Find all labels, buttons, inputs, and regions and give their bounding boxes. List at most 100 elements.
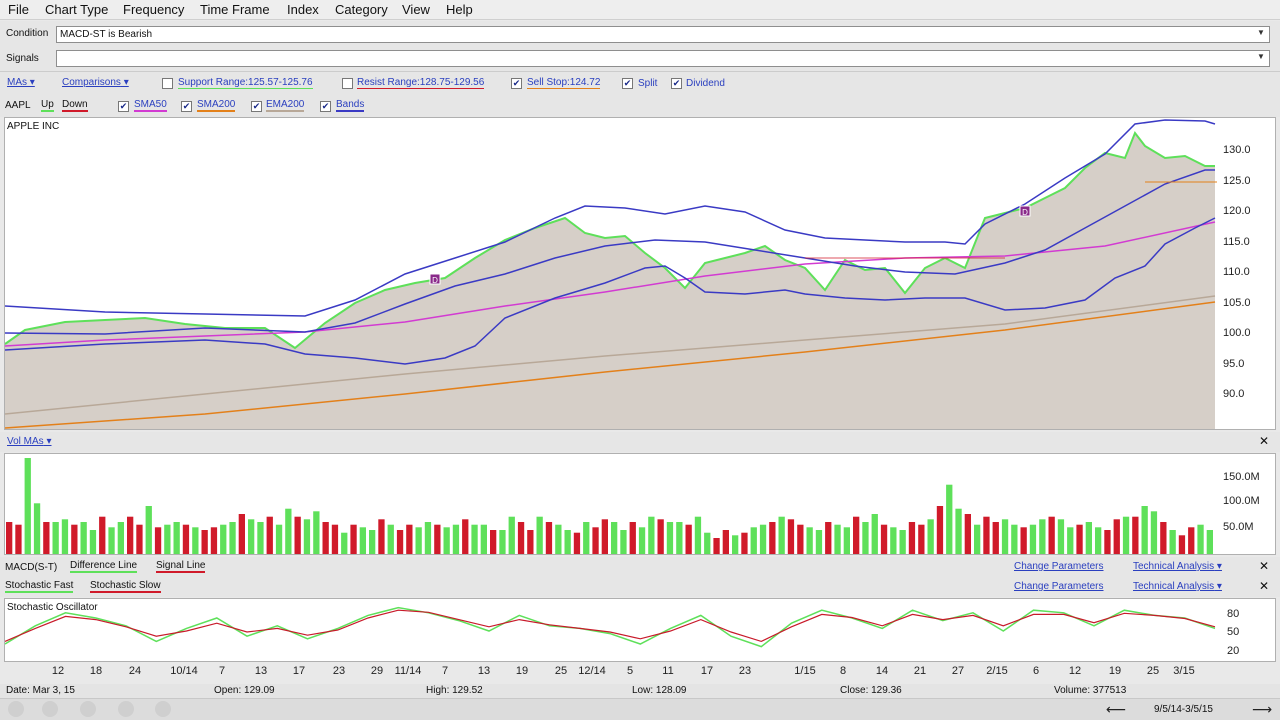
mas-dropdown[interactable]: MAs ▾ — [7, 77, 35, 88]
stoch-change-parameters[interactable]: Change Parameters — [1014, 581, 1104, 592]
volume-bar — [880, 524, 888, 554]
volume-bar — [43, 522, 50, 554]
x-axis-tick: 17 — [293, 665, 305, 677]
macd-change-parameters[interactable]: Change Parameters — [1014, 561, 1104, 572]
comparisons-dropdown[interactable]: Comparisons ▾ — [62, 77, 129, 88]
status-date: Date: Mar 3, 15 — [6, 685, 75, 696]
menu-frequency[interactable]: Frequency — [123, 2, 184, 17]
x-axis-svg: 12 18 24 10/14 7 13 17 23 29 11/14 7 13 19 25 12/14 5 11… — [52, 665, 1195, 677]
status-open: Open: 129.09 — [214, 685, 275, 696]
volume-ytick: 150.0M — [1223, 471, 1260, 483]
volume-bar — [443, 527, 450, 554]
menu-index[interactable]: Index — [287, 2, 319, 17]
stochastic-chart-panel[interactable]: Stochastic Oscillator 80 50 20 — [4, 598, 1276, 662]
stoch-technical-analysis[interactable]: Technical Analysis ▾ — [1133, 581, 1222, 592]
close-icon[interactable]: ✕ — [1259, 559, 1269, 573]
price-chart-panel[interactable]: APPLE INC D D 130.0 125.0 120.0 115.0 11… — [4, 117, 1276, 430]
volume-bar — [452, 524, 460, 554]
dividend-checkbox[interactable]: ✔ — [671, 78, 682, 89]
volume-chart-panel[interactable]: 150.0M 100.0M 50.0M — [4, 453, 1276, 555]
x-axis-tick: 10/14 — [170, 665, 198, 677]
dividend-label[interactable]: Dividend — [686, 78, 725, 89]
resist-range-checkbox[interactable] — [342, 78, 353, 89]
sma50-checkbox[interactable]: ✔ — [118, 101, 129, 112]
volume-bar — [713, 538, 720, 554]
sma200-link[interactable]: SMA200 — [197, 99, 236, 112]
volume-bar — [750, 527, 757, 554]
bands-link[interactable]: Bands — [336, 99, 365, 112]
sma50-link[interactable]: SMA50 — [134, 99, 167, 112]
volume-bar — [24, 458, 31, 554]
volume-bar — [1132, 516, 1139, 554]
nav-circle-icon[interactable] — [80, 701, 96, 717]
close-icon[interactable]: ✕ — [1259, 434, 1269, 448]
volume-bar — [657, 519, 664, 554]
volume-bar — [1188, 527, 1195, 554]
chevron-down-icon: ▼ — [1257, 28, 1265, 37]
support-range-checkbox[interactable] — [162, 78, 173, 89]
volume-bar — [722, 530, 729, 554]
volume-bar — [517, 522, 525, 554]
close-icon[interactable]: ✕ — [1259, 579, 1269, 593]
nav-circle-icon[interactable] — [42, 701, 58, 717]
x-axis-tick: 2/15 — [986, 665, 1007, 677]
vol-mas-dropdown[interactable]: Vol MAs ▾ — [7, 436, 52, 447]
x-axis-tick: 13 — [478, 665, 490, 677]
volume-bar — [210, 527, 218, 554]
nav-circle-icon[interactable] — [8, 701, 24, 717]
volume-bar — [201, 530, 208, 554]
x-axis-tick: 27 — [952, 665, 964, 677]
sell-stop-checkbox[interactable]: ✔ — [511, 78, 522, 89]
condition-value: MACD-ST is Bearish — [60, 29, 153, 40]
volume-bar — [834, 524, 841, 554]
sma200-checkbox[interactable]: ✔ — [181, 101, 192, 112]
scroll-right-icon[interactable]: ⟶ — [1252, 701, 1272, 718]
ema200-link[interactable]: EMA200 — [266, 99, 305, 112]
volume-chart-svg: 150.0M 100.0M 50.0M — [6, 454, 1275, 554]
price-ytick: 120.0 — [1223, 205, 1251, 217]
volume-bar — [648, 516, 655, 554]
x-axis-tick: 3/15 — [1173, 665, 1194, 677]
bands-checkbox[interactable]: ✔ — [320, 101, 331, 112]
menu-file[interactable]: File — [8, 2, 29, 17]
volume-bar — [238, 514, 245, 554]
volume-bar — [275, 524, 283, 554]
x-axis-tick: 23 — [739, 665, 751, 677]
condition-select[interactable]: MACD-ST is Bearish ▼ — [56, 26, 1270, 43]
price-ytick: 115.0 — [1223, 236, 1250, 248]
volume-bar — [117, 522, 124, 554]
menu-chart-type[interactable]: Chart Type — [45, 2, 108, 17]
nav-circle-icon[interactable] — [155, 701, 171, 717]
nav-circle-icon[interactable] — [118, 701, 134, 717]
volume-bar — [1113, 519, 1120, 554]
volume-bar — [787, 519, 795, 554]
scroll-left-icon[interactable]: ⟵ — [1106, 701, 1126, 718]
support-range-link[interactable]: Support Range:125.57-125.76 — [178, 77, 313, 89]
split-label[interactable]: Split — [638, 78, 657, 89]
menu-time-frame[interactable]: Time Frame — [200, 2, 270, 17]
macd-technical-analysis[interactable]: Technical Analysis ▾ — [1133, 561, 1222, 572]
status-close: Close: 129.36 — [840, 685, 902, 696]
volume-bar — [732, 535, 739, 554]
menu-view[interactable]: View — [402, 2, 430, 17]
volume-bar — [220, 524, 227, 554]
sell-stop-link[interactable]: Sell Stop:124.72 — [527, 77, 601, 89]
toolbar-series: AAPL Up Down ✔ SMA50 ✔ SMA200 ✔ EMA200 ✔… — [0, 95, 1280, 117]
signals-select[interactable]: ▼ — [56, 50, 1270, 67]
menu-help[interactable]: Help — [446, 2, 473, 17]
split-checkbox[interactable]: ✔ — [622, 78, 633, 89]
volume-bar — [704, 532, 711, 554]
volume-bar — [499, 530, 506, 554]
volume-bar — [899, 530, 906, 554]
volume-bar — [759, 524, 767, 554]
resist-range-link[interactable]: Resist Range:128.75-129.56 — [357, 77, 485, 89]
menu-bar: File Chart Type Frequency Time Frame Ind… — [0, 0, 1280, 20]
volume-bar — [1104, 530, 1111, 554]
volume-bar — [89, 530, 97, 554]
ema200-checkbox[interactable]: ✔ — [251, 101, 262, 112]
volume-bar — [955, 508, 962, 554]
volume-bar — [350, 524, 357, 554]
menu-category[interactable]: Category — [335, 2, 388, 17]
volume-bar — [99, 516, 106, 554]
volume-bar — [462, 519, 469, 554]
